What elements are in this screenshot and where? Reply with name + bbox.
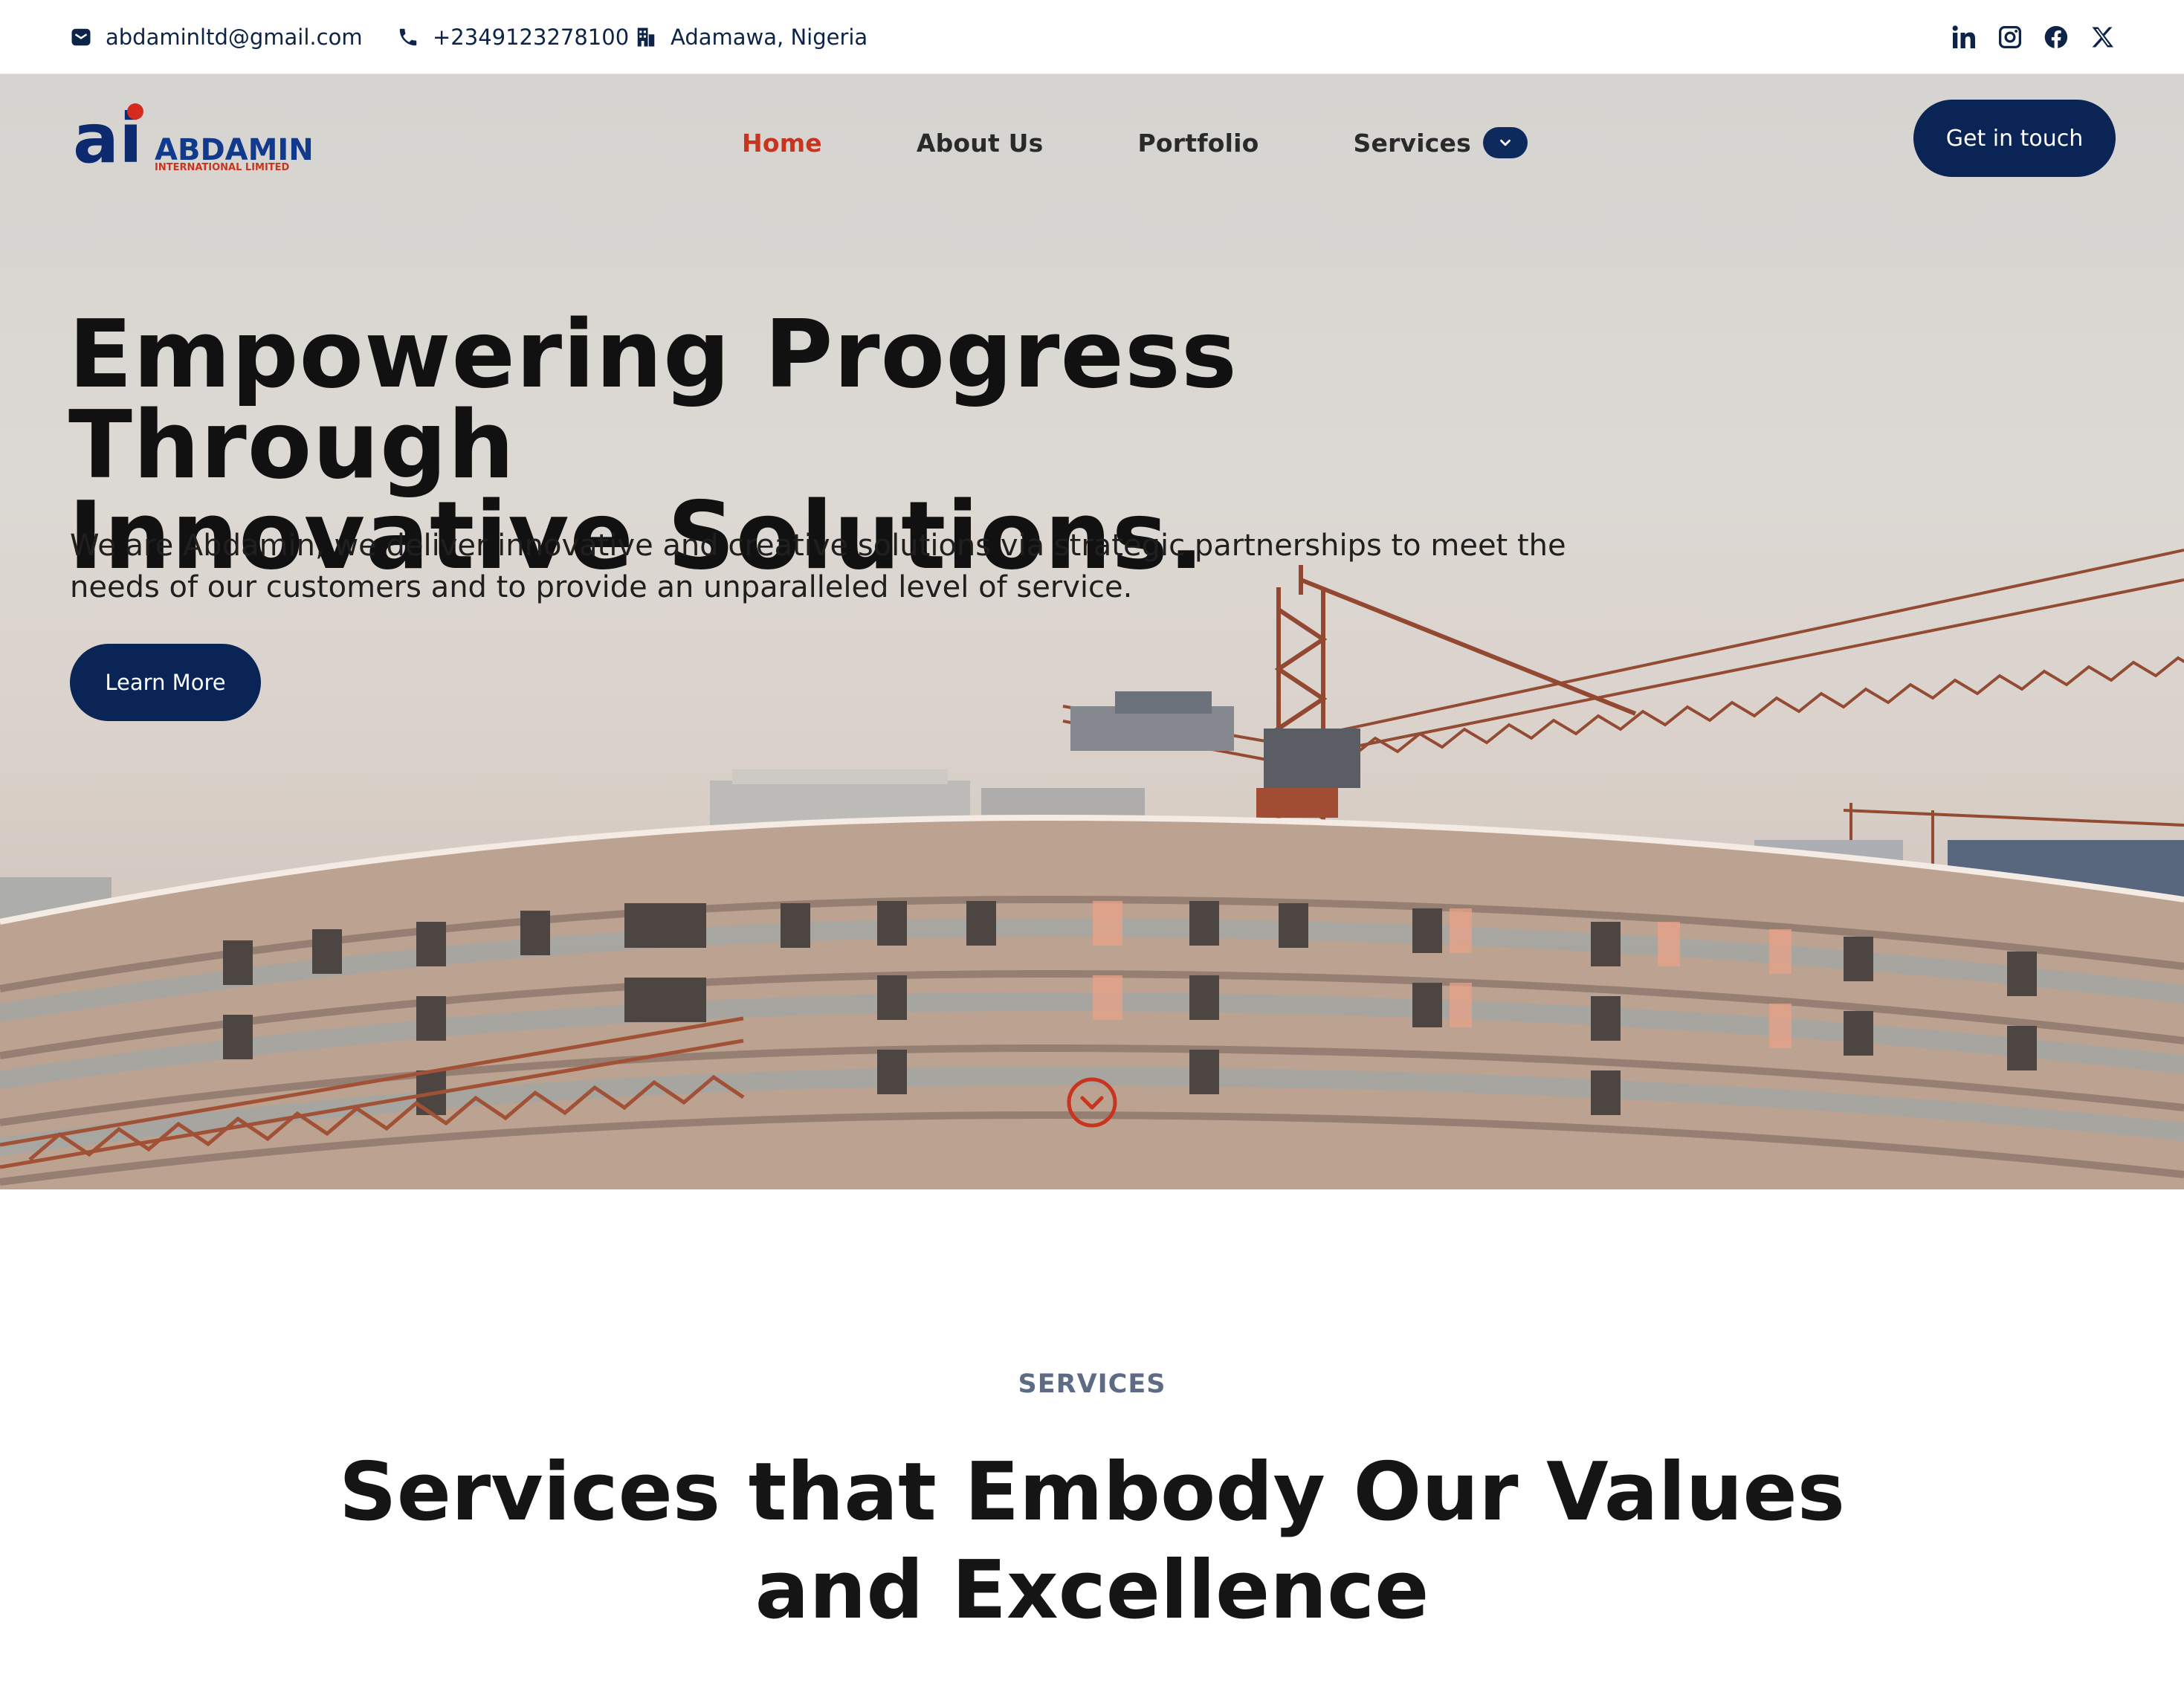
linkedin-icon[interactable] [1951, 24, 1977, 51]
phone-contact[interactable]: +2349123278100 [397, 0, 629, 74]
address-contact: Adamawa, Nigeria [635, 0, 868, 74]
x-icon[interactable] [2089, 24, 2116, 51]
hero-section: ai ABDAMIN INTERNATIONAL LIMITED Home Ab… [0, 74, 2184, 1189]
services-title: Services that Embody Our Values and Exce… [338, 1446, 1846, 1637]
nav-about[interactable]: About Us [917, 129, 1044, 158]
hero-subtitle: We are Abdamin, we deliver innovative an… [70, 529, 1566, 604]
building-icon [637, 28, 655, 47]
hero-title-line-1: Empowering Progress Through [68, 300, 1238, 500]
learn-more-button[interactable]: Learn More [70, 644, 261, 721]
phone-icon [399, 28, 417, 46]
get-in-touch-button[interactable]: Get in touch [1913, 100, 2116, 177]
logo-tagline: INTERNATIONAL LIMITED [155, 162, 290, 173]
construction-background-image [0, 74, 2184, 1189]
main-nav: Home About Us Portfolio Services [742, 120, 1528, 165]
address-text: Adamawa, Nigeria [671, 25, 868, 50]
email-contact[interactable]: abdaminltd@gmail.com [70, 0, 363, 74]
nav-home[interactable]: Home [742, 129, 822, 158]
services-eyebrow: SERVICES [1018, 1369, 1166, 1399]
scroll-down-icon[interactable] [1066, 1076, 1118, 1128]
instagram-icon[interactable] [1997, 24, 2023, 51]
mail-icon [71, 28, 91, 46]
social-links [1951, 0, 2116, 74]
nav-services-label: Services [1353, 128, 1471, 158]
contact-bar: abdaminltd@gmail.com +2349123278100 Adam… [0, 0, 2184, 74]
phone-text: +2349123278100 [433, 25, 630, 50]
abdamin-logo[interactable]: ai ABDAMIN INTERNATIONAL LIMITED [71, 99, 317, 178]
facebook-icon[interactable] [2043, 24, 2070, 51]
email-text: abdaminltd@gmail.com [106, 25, 363, 50]
nav-portfolio[interactable]: Portfolio [1138, 129, 1259, 158]
chevron-down-icon[interactable] [1482, 127, 1528, 158]
nav-services[interactable]: Services [1354, 127, 1528, 158]
